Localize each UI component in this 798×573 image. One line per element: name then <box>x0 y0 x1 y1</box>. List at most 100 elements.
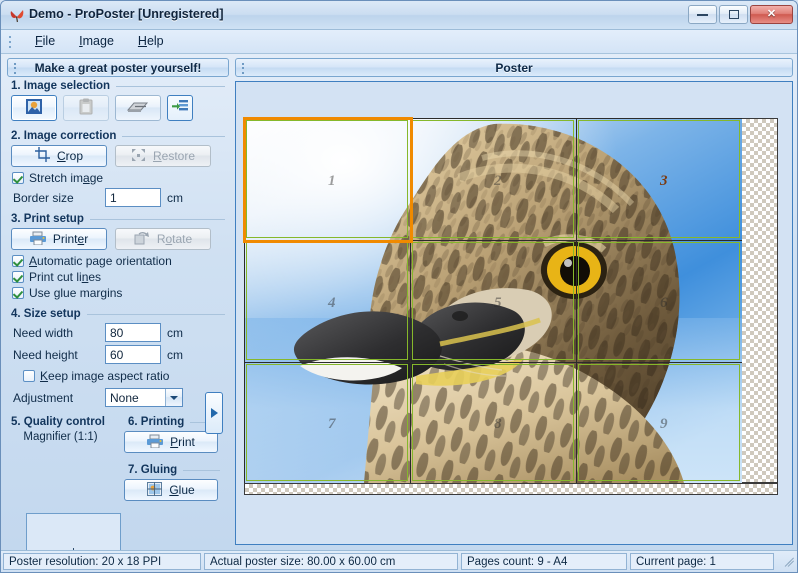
section-2-title: 2. Image correction <box>11 130 117 142</box>
section-1-title: 1. Image selection <box>11 80 111 92</box>
poster-panel-grip[interactable] <box>241 62 245 75</box>
grid-border-top <box>244 118 742 119</box>
status-actual-size: Actual poster size: 80.00 x 60.00 cm <box>204 553 458 570</box>
chevron-right-icon <box>210 408 218 418</box>
glue-margin-bottom <box>244 483 778 495</box>
need-height-input[interactable] <box>105 345 161 364</box>
left-panel-grip[interactable] <box>13 62 17 75</box>
crop-button[interactable]: Crop <box>11 145 107 167</box>
auto-orientation-checkbox[interactable] <box>12 255 24 267</box>
menu-image[interactable]: Image <box>67 30 126 52</box>
rotate-button[interactable]: Rotate <box>115 228 211 250</box>
poster-panel: Poster 1 2 3 4 5 6 7 8 9 <box>235 58 793 545</box>
need-height-label: Need height <box>13 347 78 362</box>
glue-margins-checkbox[interactable] <box>12 287 24 299</box>
menu-grip-handle[interactable] <box>8 35 12 49</box>
printer-button[interactable]: Printer <box>11 228 107 250</box>
grid-line-h1 <box>244 240 778 241</box>
crop-label: Crop <box>56 149 83 163</box>
stretch-image-row[interactable]: Stretch image <box>7 171 229 185</box>
rotate-icon <box>134 231 150 248</box>
poster-panel-title: Poster <box>495 60 533 75</box>
grid-line-v2 <box>576 118 577 483</box>
proposter-butterfly-icon <box>9 8 25 24</box>
keep-aspect-label: Keep image aspect ratio <box>40 369 170 383</box>
maximize-button[interactable] <box>719 5 748 24</box>
crop-icon <box>34 147 50 165</box>
expand-panel-button[interactable] <box>205 392 223 434</box>
app-window: Demo - ProPoster [Unregistered] ✕ File I… <box>0 0 798 573</box>
section-4-title: 4. Size setup <box>11 308 81 320</box>
glue-button[interactable]: Glue <box>124 479 218 501</box>
stretch-image-label: Stretch image <box>29 171 104 185</box>
menu-help[interactable]: Help <box>126 30 176 52</box>
section-7-header: 7. Gluing <box>128 464 224 476</box>
section-7-title: 7. Gluing <box>128 464 178 476</box>
scanner-icon <box>126 99 149 117</box>
print-cut-lines-checkbox[interactable] <box>12 271 24 283</box>
cutline-page-5 <box>412 242 574 360</box>
list-insert-icon <box>171 99 189 117</box>
chevron-down-icon[interactable] <box>165 389 182 406</box>
need-width-input[interactable] <box>105 323 161 342</box>
print-button[interactable]: Print <box>124 431 218 453</box>
section-3-rule <box>89 218 225 220</box>
border-size-label: Border size <box>13 190 74 205</box>
section-1-rule <box>116 85 225 87</box>
auto-orientation-label: Automatic page orientation <box>29 254 172 268</box>
stretch-image-checkbox[interactable] <box>12 172 24 184</box>
window-controls: ✕ <box>688 5 793 24</box>
open-image-button[interactable] <box>11 95 57 121</box>
glue-label: Glue <box>169 483 195 497</box>
minimize-button[interactable] <box>688 5 717 24</box>
section-1-header: 1. Image selection <box>11 80 229 92</box>
glue-margins-row[interactable]: Use glue margins <box>7 286 229 300</box>
print-cut-lines-label: Print cut lines <box>29 270 102 284</box>
restore-label: Restore <box>152 149 196 163</box>
section-5-header: 5. Quality control <box>11 416 114 428</box>
grid-border-left <box>244 118 245 483</box>
poster-canvas[interactable]: 1 2 3 4 5 6 7 8 9 <box>235 81 793 545</box>
clipboard-paste-icon <box>78 98 94 118</box>
cutline-page-9 <box>578 364 740 481</box>
section-2-header: 2. Image correction <box>11 130 229 142</box>
resize-grip[interactable] <box>781 555 795 569</box>
poster-sheet: 1 2 3 4 5 6 7 8 9 <box>243 117 778 495</box>
minimize-icon <box>697 13 708 16</box>
print-cut-lines-row[interactable]: Print cut lines <box>7 270 229 284</box>
keep-aspect-row[interactable]: Keep image aspect ratio <box>7 369 229 383</box>
status-resolution: Poster resolution: 20 x 18 PPI <box>3 553 201 570</box>
close-button[interactable]: ✕ <box>750 5 793 24</box>
auto-orientation-row[interactable]: Automatic page orientation <box>7 254 229 268</box>
need-width-unit: cm <box>167 325 183 340</box>
menu-file[interactable]: File <box>23 30 67 52</box>
left-panel-header[interactable]: Make a great poster yourself! <box>7 58 229 77</box>
section-6-title: 6. Printing <box>128 416 185 428</box>
poster-panel-header[interactable]: Poster <box>235 58 793 77</box>
restore-icon <box>131 148 146 165</box>
glue-margin-right <box>742 118 778 483</box>
image-selection-toolbar <box>7 95 229 121</box>
image-list-button[interactable] <box>167 95 193 121</box>
cutline-page-6 <box>578 242 740 360</box>
grid-line-h2 <box>244 362 778 363</box>
section-2-rule <box>122 135 225 137</box>
title-bar: Demo - ProPoster [Unregistered] ✕ <box>1 1 797 30</box>
scan-image-button[interactable] <box>115 95 161 121</box>
left-panel: Make a great poster yourself! 1. Image s… <box>7 58 229 572</box>
section-7-rule <box>183 469 220 471</box>
glue-margins-label: Use glue margins <box>29 286 123 300</box>
keep-aspect-checkbox[interactable] <box>23 370 35 382</box>
adjustment-row: Adjustment None <box>7 388 229 407</box>
magnifier-label: Magnifier (1:1) <box>23 431 98 443</box>
restore-button[interactable]: Restore <box>115 145 211 167</box>
status-pages-count: Pages count: 9 - A4 <box>461 553 627 570</box>
cutline-page-3 <box>578 120 740 238</box>
paste-image-button[interactable] <box>63 95 109 121</box>
border-size-unit: cm <box>167 190 183 205</box>
border-size-input[interactable] <box>105 188 161 207</box>
adjustment-select[interactable]: None <box>105 388 183 407</box>
left-panel-body: 1. Image selection 2. Image correction C… <box>7 80 229 545</box>
page-number-3: 3 <box>660 173 668 189</box>
cutline-page-2 <box>412 120 574 238</box>
